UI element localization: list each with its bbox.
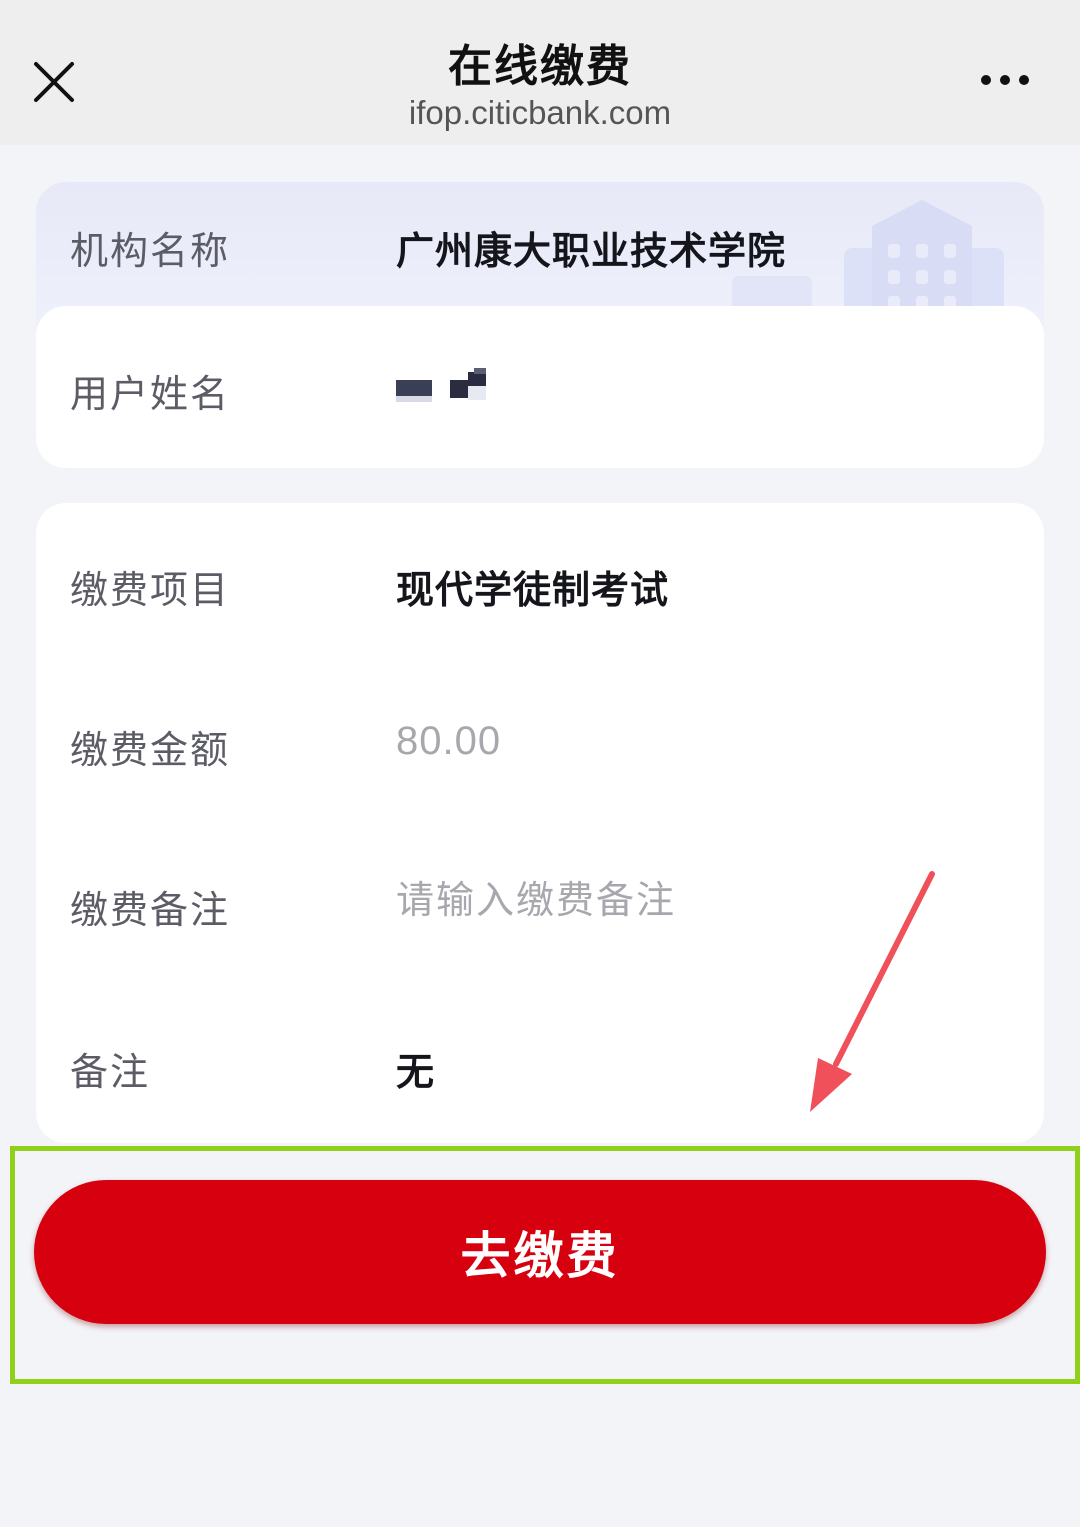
redacted-user-name	[396, 368, 486, 402]
note-label: 备注	[70, 1050, 151, 1094]
more-icon	[981, 75, 991, 85]
payment-amount-value: 80.00	[396, 719, 502, 763]
nav-header: 在线缴费 ifop.citicbank.com	[0, 0, 1080, 145]
page-domain: ifop.citicbank.com	[408, 94, 672, 131]
pay-button[interactable]: 去缴费	[34, 1180, 1046, 1324]
payment-item-label: 缴费项目	[70, 568, 231, 612]
more-icon-dot	[1000, 75, 1010, 85]
payment-amount-label: 缴费金额	[70, 728, 231, 772]
payment-remark-label: 缴费备注	[70, 888, 231, 932]
note-value: 无	[396, 1050, 436, 1094]
arrow-annotation	[810, 871, 935, 1112]
user-name-label: 用户姓名	[70, 372, 231, 416]
institution-value: 广州康大职业技术学院	[396, 229, 787, 273]
institution-label: 机构名称	[70, 229, 231, 273]
payment-item-value: 现代学徒制考试	[396, 568, 670, 612]
payment-page: 在线缴费 ifop.citicbank.com 机构名称 广州康大职业技术学院 …	[0, 0, 1080, 1527]
pay-button-label: 去缴费	[460, 1227, 620, 1285]
page-title: 在线缴费	[448, 41, 632, 92]
more-icon-dot	[1019, 75, 1029, 85]
user-card: 用户姓名	[36, 306, 1044, 468]
more-button[interactable]	[970, 62, 1040, 98]
